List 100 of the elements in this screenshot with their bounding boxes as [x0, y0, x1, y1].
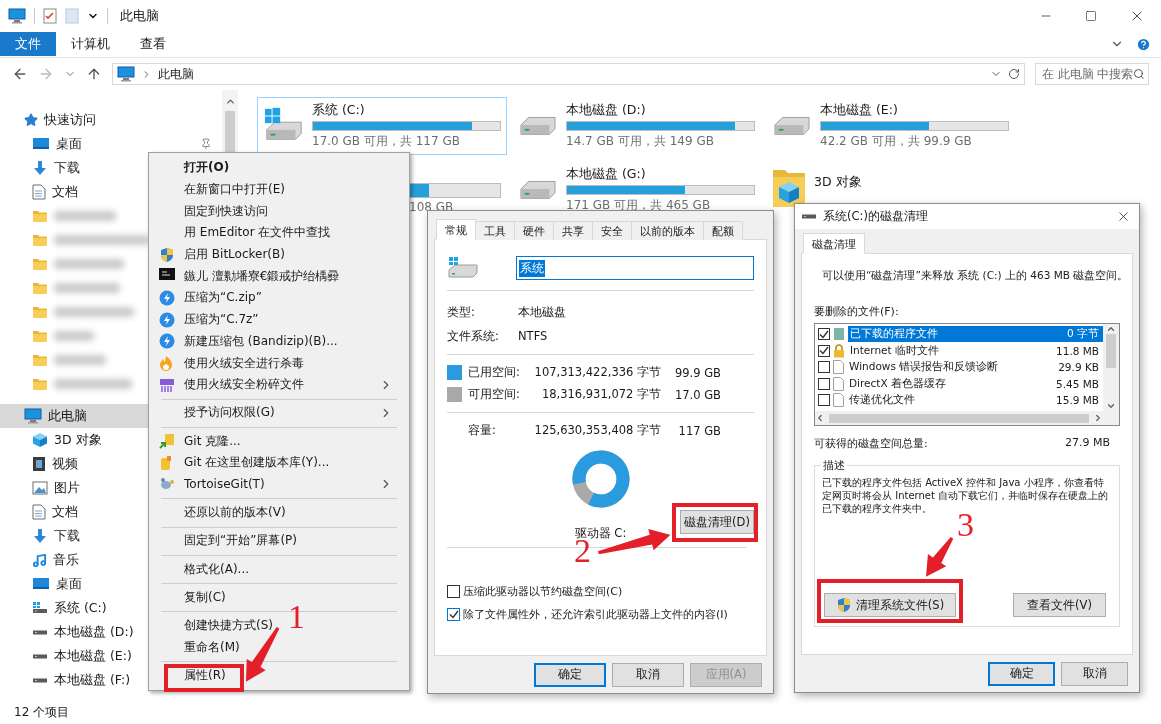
- menu-item[interactable]: 创建快捷方式(S): [151, 614, 281, 637]
- menu-item[interactable]: 鏃儿 澶勬墦寮€鍛戒护绐楀彛: [151, 265, 348, 288]
- file-icon: [833, 376, 844, 391]
- checkbox[interactable]: [818, 377, 830, 390]
- nav-item[interactable]: 桌面: [0, 132, 222, 156]
- nav-item[interactable]: 本地磁盘 (F:): [0, 668, 137, 692]
- refresh-icon[interactable]: [1008, 68, 1020, 80]
- ribbon-tab[interactable]: 计算机: [56, 32, 125, 56]
- disk-cleanup-button[interactable]: 磁盘清理(D): [680, 510, 754, 534]
- file-row[interactable]: Windows 错误报告和反馈诊断 29.9 KB: [815, 359, 1103, 376]
- byte-count: 107,313,422,336 字节: [534, 365, 661, 380]
- dialog-button[interactable]: 清理系统文件(S): [824, 593, 956, 617]
- dialog-button[interactable]: 确定: [988, 661, 1055, 686]
- drive-tile[interactable]: 本地磁盘 (E:) 42.2 GB 可用，共 99.9 GB: [765, 97, 1015, 155]
- nav-item[interactable]: 音乐: [0, 548, 85, 572]
- nav-item[interactable]: 本地磁盘 (D:): [0, 620, 140, 644]
- menu-item[interactable]: TortoiseGit(T): [151, 473, 407, 496]
- scroll-left-icon[interactable]: [815, 413, 825, 423]
- nav-item[interactable]: 文档: [0, 500, 84, 524]
- checkbox[interactable]: [818, 344, 830, 357]
- back-icon[interactable]: [12, 66, 28, 82]
- menu-item[interactable]: 压缩为“C.7z”: [151, 308, 267, 331]
- nav-item[interactable]: 桌面: [0, 572, 88, 596]
- repository-icon: [159, 454, 173, 471]
- nav-item[interactable]: 系统 (C:): [0, 596, 113, 620]
- nav-item[interactable]: 快速访问: [0, 108, 102, 132]
- nav-item[interactable]: 此电脑: [0, 404, 148, 428]
- nav-item[interactable]: 图片: [0, 476, 86, 500]
- nav-item[interactable]: 本地磁盘 (E:): [0, 644, 138, 668]
- menu-item[interactable]: Git 克隆...: [151, 430, 249, 452]
- total-label: 可获得的磁盘空间总量:: [814, 436, 928, 451]
- checkbox[interactable]: [447, 608, 460, 621]
- menu-item[interactable]: 新建压缩包 (Bandizip)(B)...: [151, 330, 346, 353]
- menu-item[interactable]: Git 在这里创建版本库(Y)...: [151, 451, 338, 474]
- zip-icon: [159, 289, 175, 306]
- menu-item[interactable]: 格式化(A)...: [151, 558, 257, 580]
- menu-item[interactable]: 压缩为“C.zip”: [151, 287, 270, 309]
- dialog-tab[interactable]: 硬件: [514, 221, 554, 240]
- nav-item[interactable]: 下载: [0, 524, 86, 548]
- menu-item[interactable]: 复制(C): [151, 586, 234, 609]
- ribbon-tab[interactable]: 查看: [125, 32, 181, 56]
- horizontal-scrollbar[interactable]: [815, 411, 1119, 425]
- menu-item[interactable]: 属性(R): [151, 664, 234, 687]
- menu-item[interactable]: 还原以前的版本(V): [151, 501, 294, 524]
- menu-item[interactable]: 在新窗口中打开(E): [151, 178, 293, 201]
- dialog-tab[interactable]: 常规: [436, 219, 476, 240]
- dialog-button[interactable]: 取消: [612, 662, 684, 687]
- checkbox[interactable]: [447, 585, 460, 598]
- dialog-tab[interactable]: 工具: [475, 221, 515, 240]
- drive-tile[interactable]: 本地磁盘 (D:) 14.7 GB 可用，共 149 GB: [511, 97, 761, 155]
- file-row[interactable]: Internet 临时文件 11.8 MB: [815, 342, 1103, 359]
- menu-item[interactable]: 使用火绒安全进行杀毒: [151, 352, 312, 374]
- dialog-tab[interactable]: 安全: [592, 221, 632, 240]
- file-row[interactable]: DirectX 着色器缓存 5.45 MB: [815, 375, 1103, 392]
- flame-icon: [159, 355, 173, 372]
- nav-item[interactable]: 下载: [0, 156, 86, 180]
- checkbox[interactable]: [818, 328, 830, 341]
- window-title: 此电脑: [120, 7, 159, 25]
- computer-icon: [24, 408, 42, 424]
- blurred-label: [54, 259, 124, 269]
- menu-item[interactable]: 重命名(M): [151, 636, 248, 658]
- properties-icon[interactable]: [43, 8, 57, 24]
- nav-item[interactable]: 3D 对象: [0, 428, 108, 452]
- dialog-tab[interactable]: 以前的版本: [631, 221, 704, 240]
- dialog-tab[interactable]: 配额: [703, 221, 743, 240]
- dialog-button[interactable]: 确定: [534, 662, 606, 687]
- menu-item[interactable]: 授予访问权限(G): [151, 402, 407, 424]
- nav-item[interactable]: 文档: [0, 180, 84, 204]
- checkbox[interactable]: [818, 361, 830, 374]
- address-field[interactable]: 此电脑: [112, 63, 1025, 85]
- dialog-button[interactable]: 查看文件(V): [1013, 593, 1106, 617]
- checkbox[interactable]: [818, 394, 830, 407]
- drive-tile[interactable]: 本地磁盘 (G:) 171 GB 可用，共 465 GB: [511, 161, 761, 219]
- search-field[interactable]: 在 此电脑 中搜索: [1035, 63, 1149, 85]
- package-icon: [833, 327, 845, 342]
- file-row[interactable]: 传递优化文件 15.9 MB: [815, 392, 1103, 409]
- close-icon[interactable]: [1116, 209, 1131, 224]
- zip-icon: [159, 333, 175, 350]
- up-icon[interactable]: [86, 66, 102, 82]
- dialog-button[interactable]: 取消: [1061, 661, 1128, 686]
- scrollbar[interactable]: [1103, 324, 1119, 411]
- scroll-down-icon[interactable]: [1106, 401, 1116, 411]
- scroll-right-icon[interactable]: [1093, 413, 1103, 423]
- dialog-tab[interactable]: 磁盘清理: [803, 233, 865, 254]
- menu-item[interactable]: 启用 BitLocker(B): [151, 243, 293, 266]
- file-icon: [833, 360, 844, 375]
- menu-item[interactable]: 打开(O): [151, 157, 238, 179]
- help-icon[interactable]: [1136, 36, 1151, 52]
- ribbon-tab[interactable]: 文件: [0, 32, 56, 56]
- dialog-tab[interactable]: 共享: [553, 221, 593, 240]
- name-field[interactable]: 系统: [516, 256, 754, 280]
- menu-item[interactable]: 固定到“开始”屏幕(P): [151, 530, 306, 552]
- scroll-up-icon[interactable]: [224, 96, 236, 107]
- scroll-up-icon[interactable]: [1106, 324, 1116, 334]
- nav-item[interactable]: 视频: [0, 452, 84, 476]
- shield-icon: [159, 246, 175, 263]
- menu-item[interactable]: 用 EmEditor 在文件中查找: [151, 222, 339, 244]
- menu-item[interactable]: 固定到快速访问: [151, 200, 276, 223]
- menu-item[interactable]: 使用火绒安全粉碎文件: [151, 373, 407, 396]
- maximize-icon[interactable]: [1085, 10, 1097, 22]
